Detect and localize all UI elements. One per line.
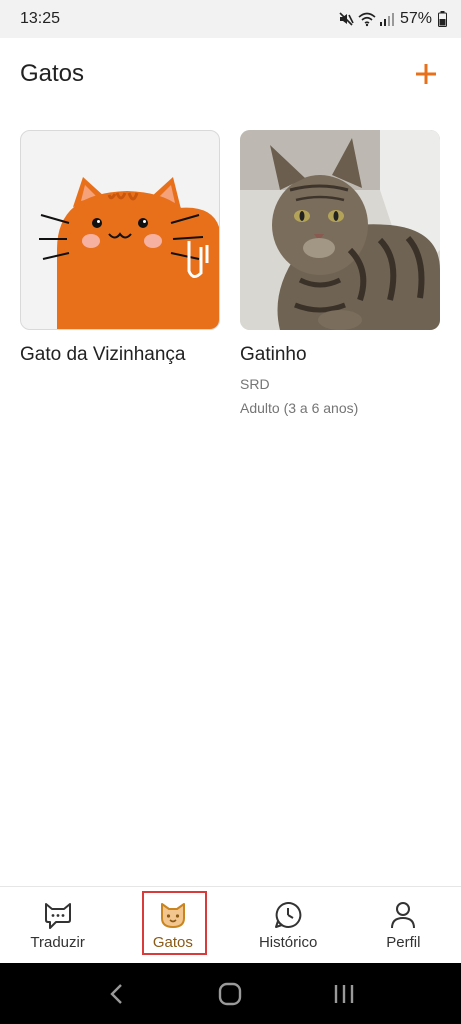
page-title: Gatos bbox=[20, 60, 85, 87]
chat-cat-icon bbox=[44, 902, 71, 929]
home-icon bbox=[219, 982, 242, 1005]
cat-name: Gatinho bbox=[240, 344, 307, 365]
status-bar: 13:25 57% bbox=[0, 0, 461, 38]
cat-card[interactable]: Gatinho SRD Adulto (3 a 6 anos) bbox=[240, 130, 440, 417]
signal-icon bbox=[379, 13, 394, 26]
cats-grid: Gato da Vizinhança Gatinho SRD Adulto (3… bbox=[20, 130, 441, 417]
nav-label: Gatos bbox=[152, 933, 193, 951]
nav-item-perfil[interactable]: Perfil bbox=[346, 887, 461, 963]
cat-avatar-illustration bbox=[20, 130, 220, 330]
nav-item-traduzir[interactable]: Traduzir bbox=[0, 887, 115, 963]
cat-card[interactable]: Gato da Vizinhança bbox=[20, 130, 220, 417]
nav-item-gatos[interactable]: Gatos bbox=[115, 887, 230, 963]
mute-icon bbox=[339, 12, 354, 26]
cat-breed: SRD bbox=[240, 376, 270, 392]
recents-icon bbox=[334, 984, 354, 1003]
bottom-nav: Traduzir Gatos Histórico Perfil bbox=[0, 886, 461, 963]
back-icon bbox=[110, 983, 122, 1004]
nav-label: Traduzir bbox=[30, 933, 85, 951]
status-time: 13:25 bbox=[20, 10, 61, 27]
cat-name: Gato da Vizinhança bbox=[20, 344, 186, 365]
status-right: 57% bbox=[338, 10, 447, 28]
plus-icon bbox=[416, 64, 436, 84]
cartoon-cat-image bbox=[39, 177, 219, 329]
app-header: Gatos bbox=[0, 38, 461, 110]
tabby-cat-photo bbox=[240, 130, 440, 330]
recents-button[interactable] bbox=[324, 974, 364, 1014]
system-nav bbox=[0, 963, 461, 1024]
home-button[interactable] bbox=[210, 974, 250, 1014]
cat-photo bbox=[240, 130, 440, 330]
battery-text: 57% bbox=[399, 10, 432, 27]
wifi-icon bbox=[358, 12, 376, 27]
nav-item-historico[interactable]: Histórico bbox=[231, 887, 346, 963]
status-icons bbox=[338, 11, 394, 27]
cat-age: Adulto (3 a 6 anos) bbox=[240, 400, 359, 416]
nav-label: Perfil bbox=[386, 933, 421, 951]
battery-icon bbox=[438, 11, 447, 27]
add-cat-button[interactable] bbox=[411, 59, 441, 89]
back-button[interactable] bbox=[97, 974, 137, 1014]
nav-label: Histórico bbox=[258, 933, 318, 951]
clock-icon bbox=[275, 901, 302, 928]
cat-face-icon bbox=[160, 902, 185, 928]
person-icon bbox=[391, 901, 416, 928]
